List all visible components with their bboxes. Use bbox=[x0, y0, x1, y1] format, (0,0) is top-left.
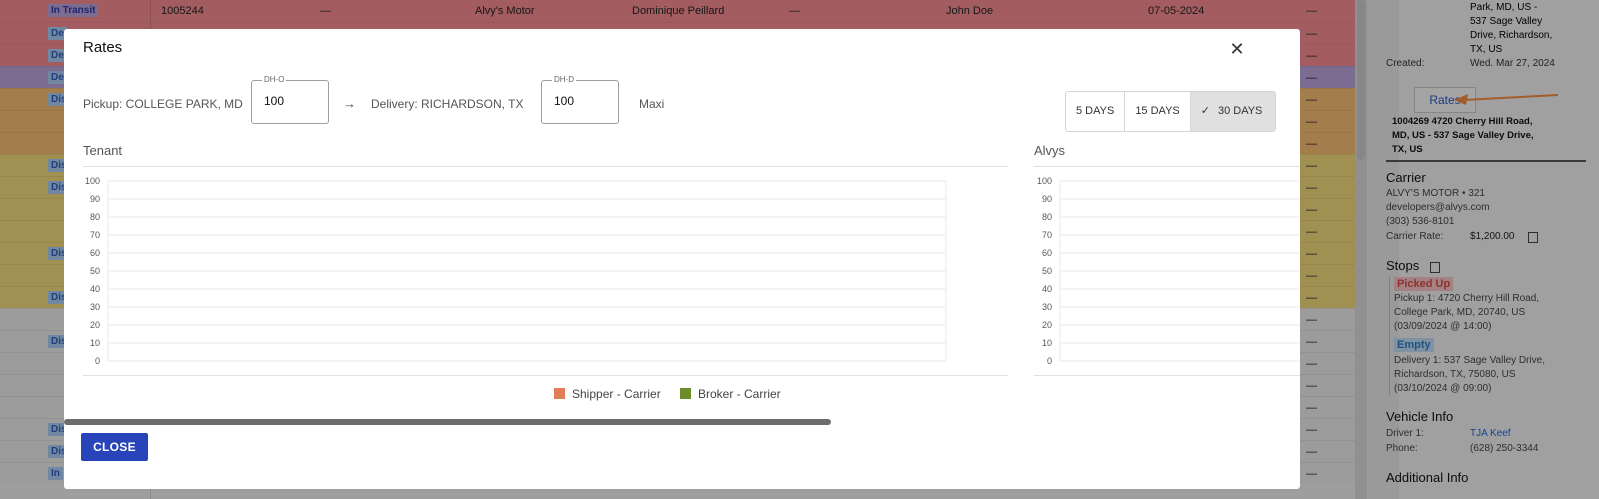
divider bbox=[83, 166, 1008, 167]
modal-title: Rates bbox=[83, 39, 123, 56]
y-tick-label: 80 bbox=[1042, 212, 1052, 222]
y-tick-label: 100 bbox=[85, 176, 100, 186]
legend-label: Shipper - Carrier bbox=[572, 387, 661, 401]
y-tick-label: 0 bbox=[1047, 356, 1052, 366]
tenant-chart: 1009080706050403020100 bbox=[85, 176, 947, 366]
y-tick-label: 30 bbox=[1042, 302, 1052, 312]
y-tick-label: 20 bbox=[1042, 320, 1052, 330]
y-tick-label: 30 bbox=[90, 302, 100, 312]
close-button[interactable]: CLOSE bbox=[81, 433, 148, 461]
arrow-right-icon: → bbox=[343, 96, 356, 111]
dh-o-field[interactable]: DH-O bbox=[251, 75, 329, 124]
chart-legend: Shipper - Carrier Broker - Carrier bbox=[64, 387, 1010, 403]
dh-d-field[interactable]: DH-D bbox=[541, 75, 619, 124]
y-tick-label: 10 bbox=[1042, 338, 1052, 348]
alvys-chart: 1009080706050403020100 bbox=[1037, 176, 1300, 366]
horizontal-scrollbar[interactable] bbox=[64, 419, 831, 425]
days-toggle-group: 5 DAYS 15 DAYS ✓ 30 DAYS bbox=[1065, 91, 1277, 132]
check-icon: ✓ bbox=[1200, 105, 1210, 117]
delivery-label: Delivery: RICHARDSON, TX bbox=[371, 97, 524, 111]
equipment-label: Maxi bbox=[639, 97, 665, 111]
y-tick-label: 90 bbox=[90, 194, 100, 204]
y-tick-label: 50 bbox=[90, 266, 100, 276]
y-tick-label: 40 bbox=[1042, 284, 1052, 294]
legend-item[interactable]: Shipper - Carrier bbox=[554, 387, 661, 401]
days-option-15[interactable]: 15 DAYS bbox=[1125, 92, 1191, 131]
rates-modal: Rates ✕ Pickup: COLLEGE PARK, MD DH-O → … bbox=[64, 29, 1300, 489]
y-tick-label: 70 bbox=[1042, 230, 1052, 240]
days-option-5[interactable]: 5 DAYS bbox=[1066, 92, 1126, 131]
y-tick-label: 100 bbox=[1037, 176, 1052, 186]
dh-d-legend: DH-D bbox=[552, 75, 576, 84]
y-tick-label: 40 bbox=[90, 284, 100, 294]
legend-label: Broker - Carrier bbox=[698, 387, 781, 401]
pickup-label: Pickup: COLLEGE PARK, MD bbox=[83, 97, 243, 111]
y-tick-label: 50 bbox=[1042, 266, 1052, 276]
days-option-30-label: 30 DAYS bbox=[1217, 105, 1263, 117]
legend-swatch bbox=[680, 388, 691, 399]
y-tick-label: 0 bbox=[95, 356, 100, 366]
divider bbox=[1034, 375, 1300, 376]
y-tick-label: 70 bbox=[90, 230, 100, 240]
y-tick-label: 80 bbox=[90, 212, 100, 222]
legend-swatch bbox=[554, 388, 565, 399]
dh-o-input[interactable] bbox=[262, 93, 324, 109]
days-option-30[interactable]: ✓ 30 DAYS bbox=[1190, 92, 1276, 131]
tenant-chart-title: Tenant bbox=[83, 143, 123, 158]
y-tick-label: 90 bbox=[1042, 194, 1052, 204]
close-icon[interactable]: ✕ bbox=[1227, 39, 1247, 59]
dh-d-input[interactable] bbox=[552, 93, 614, 109]
alvys-chart-title: Alvys bbox=[1034, 143, 1066, 158]
dh-o-legend: DH-O bbox=[262, 75, 287, 84]
y-tick-label: 10 bbox=[90, 338, 100, 348]
y-tick-label: 20 bbox=[90, 320, 100, 330]
divider bbox=[1034, 166, 1300, 167]
y-tick-label: 60 bbox=[1042, 248, 1052, 258]
y-tick-label: 60 bbox=[90, 248, 100, 258]
divider bbox=[83, 375, 1008, 376]
legend-item[interactable]: Broker - Carrier bbox=[680, 387, 781, 401]
